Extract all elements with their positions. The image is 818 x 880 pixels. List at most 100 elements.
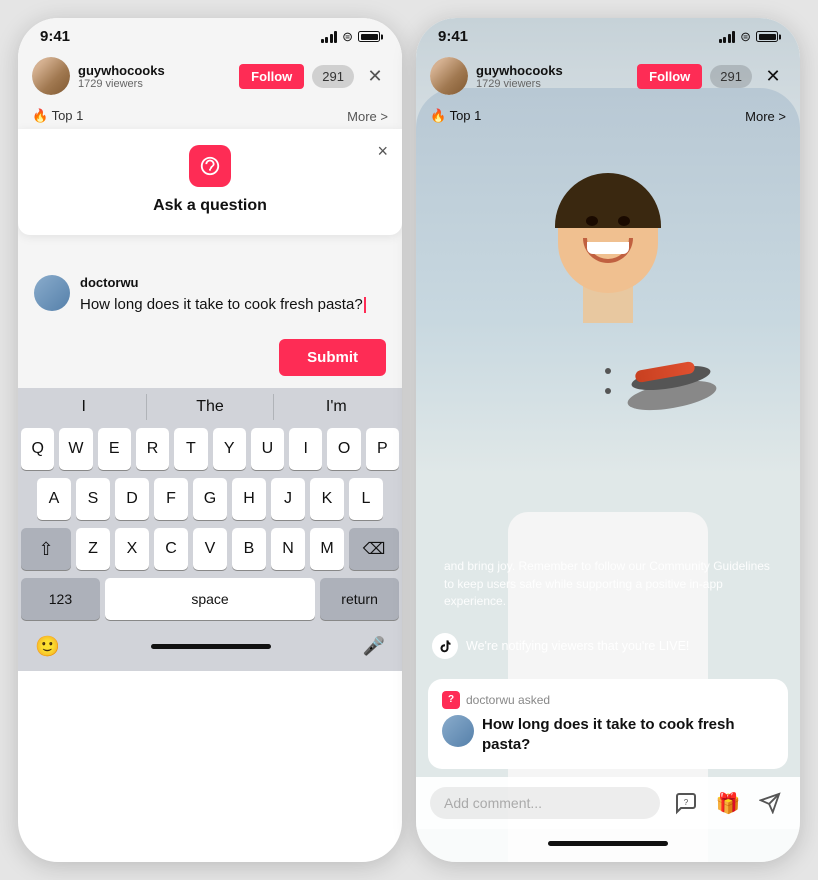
key-m[interactable]: M — [310, 528, 344, 570]
share-icon — [759, 792, 781, 814]
key-w[interactable]: W — [59, 428, 92, 470]
key-d[interactable]: D — [115, 478, 149, 520]
key-x[interactable]: X — [115, 528, 149, 570]
key-h[interactable]: H — [232, 478, 266, 520]
status-bar-right: 9:41 ⊜ — [416, 18, 800, 49]
username-right: guywhocooks — [476, 63, 629, 78]
keyboard-row-3: ⇧ Z X C V B N M ⌫ — [21, 528, 399, 570]
right-overlay: 9:41 ⊜ — [416, 18, 800, 862]
key-q[interactable]: Q — [21, 428, 54, 470]
username-left: guywhocooks — [78, 63, 231, 78]
key-r[interactable]: R — [136, 428, 169, 470]
key-n[interactable]: N — [271, 528, 305, 570]
key-y[interactable]: Y — [213, 428, 246, 470]
home-indicator — [151, 644, 271, 649]
phone-right: 9:41 ⊜ — [416, 18, 800, 862]
viewers-right: 1729 viewers — [476, 78, 629, 90]
submit-row: Submit — [18, 331, 402, 388]
key-c[interactable]: C — [154, 528, 188, 570]
asked-by-label: doctorwu asked — [466, 693, 550, 707]
status-time-left: 9:41 — [40, 28, 70, 45]
modal-title: Ask a question — [34, 197, 386, 215]
key-l[interactable]: L — [349, 478, 383, 520]
key-space[interactable]: space — [105, 578, 315, 620]
question-card-header: ? doctorwu asked — [442, 691, 774, 709]
more-link-left[interactable]: More > — [347, 109, 388, 124]
wifi-icon: ⊜ — [342, 29, 353, 45]
key-return[interactable]: return — [320, 578, 399, 620]
keyboard-row-1: Q W E R T Y U I O P — [21, 428, 399, 470]
microphone-button[interactable]: 🎤 — [363, 636, 385, 657]
close-button-right[interactable]: ✕ — [760, 63, 786, 89]
key-g[interactable]: G — [193, 478, 227, 520]
key-t[interactable]: T — [174, 428, 207, 470]
username-block-right: guywhocooks 1729 viewers — [476, 63, 629, 90]
key-e[interactable]: E — [98, 428, 131, 470]
status-bar-left: 9:41 ⊜ — [18, 18, 402, 49]
key-v[interactable]: V — [193, 528, 227, 570]
key-k[interactable]: K — [310, 478, 344, 520]
status-icons-right: ⊜ — [719, 29, 778, 45]
tiktok-logo — [432, 633, 458, 659]
asker-name: doctorwu — [80, 275, 386, 290]
question-modal: × Ask a question — [18, 129, 402, 235]
key-a[interactable]: A — [37, 478, 71, 520]
question-text-input[interactable]: How long does it take to cook fresh past… — [80, 294, 386, 315]
key-shift[interactable]: ⇧ — [21, 528, 71, 570]
key-f[interactable]: F — [154, 478, 188, 520]
question-modal-area: × Ask a question doctorwu How long does … — [18, 129, 402, 388]
share-button[interactable] — [754, 787, 786, 819]
key-j[interactable]: J — [271, 478, 305, 520]
label-bar-right: 🔥 Top 1 More > — [416, 103, 800, 129]
live-notice-text: We're notifying viewers that you're LIVE… — [466, 639, 689, 653]
viewer-count-left: 291 — [312, 65, 354, 88]
question-card: ? doctorwu asked How long does it take t… — [428, 679, 788, 770]
key-b[interactable]: B — [232, 528, 266, 570]
key-o[interactable]: O — [327, 428, 360, 470]
viewer-count-right: 291 — [710, 65, 752, 88]
question-input-block: doctorwu How long does it take to cook f… — [80, 275, 386, 315]
status-icons-left: ⊜ — [321, 29, 380, 45]
key-backspace[interactable]: ⌫ — [349, 528, 399, 570]
suggestion-i[interactable]: I — [21, 394, 147, 420]
emoji-button[interactable]: 🙂 — [35, 634, 60, 659]
signal-icon-right — [719, 31, 736, 43]
close-button-left[interactable]: ✕ — [362, 63, 388, 89]
question-modal-icon — [189, 145, 231, 187]
question-card-body: How long does it take to cook fresh past… — [442, 715, 774, 756]
label-bar-left: 🔥 Top 1 More > — [18, 103, 402, 129]
keyboard-row-2: A S D F G H J K L — [21, 478, 399, 520]
top-badge-left: 🔥 Top 1 — [32, 108, 83, 124]
status-time-right: 9:41 — [438, 28, 468, 45]
suggestion-im[interactable]: I'm — [274, 394, 399, 420]
key-s[interactable]: S — [76, 478, 110, 520]
key-123[interactable]: 123 — [21, 578, 100, 620]
follow-button-right[interactable]: Follow — [637, 64, 702, 89]
keyboard-row-4: 123 space return — [21, 578, 399, 620]
top-badge-right: 🔥 Top 1 — [430, 108, 481, 124]
community-text: and bring joy. Remember to follow our Co… — [444, 558, 772, 610]
key-z[interactable]: Z — [76, 528, 110, 570]
card-avatar — [442, 715, 474, 747]
top-bar-left: guywhocooks 1729 viewers Follow 291 ✕ — [18, 49, 402, 103]
home-indicator-right — [548, 841, 668, 846]
question-action-button[interactable]: ? — [670, 787, 702, 819]
more-link-right[interactable]: More > — [745, 109, 786, 124]
gift-button[interactable]: 🎁 — [712, 787, 744, 819]
question-mark-icon — [199, 155, 221, 177]
asker-avatar — [34, 275, 70, 311]
live-video-spacer — [416, 129, 800, 548]
follow-button-left[interactable]: Follow — [239, 64, 304, 89]
key-u[interactable]: U — [251, 428, 284, 470]
keyboard-suggestions: I The I'm — [21, 394, 399, 420]
key-p[interactable]: P — [366, 428, 399, 470]
suggestion-the[interactable]: The — [147, 394, 273, 420]
submit-button[interactable]: Submit — [279, 339, 386, 376]
comment-input[interactable]: Add comment... — [430, 787, 660, 819]
battery-icon — [358, 31, 380, 42]
username-block-left: guywhocooks 1729 viewers — [78, 63, 231, 90]
modal-close-button[interactable]: × — [377, 141, 388, 162]
key-i[interactable]: I — [289, 428, 322, 470]
avatar-left — [32, 57, 70, 95]
question-bubble-icon: ? — [674, 791, 698, 815]
